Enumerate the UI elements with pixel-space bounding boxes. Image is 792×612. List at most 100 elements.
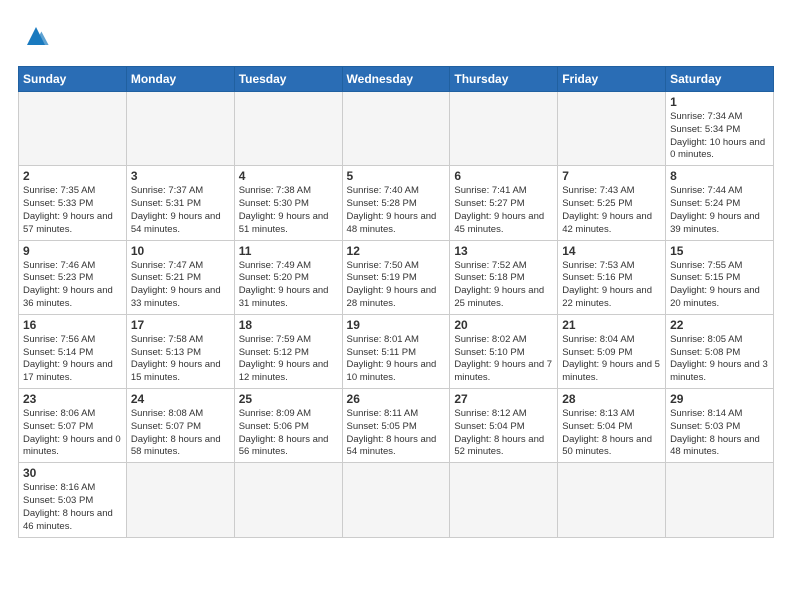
day-info: Sunrise: 7:35 AM Sunset: 5:33 PM Dayligh… bbox=[23, 185, 122, 236]
calendar-cell: 13 Sunrise: 7:52 AM Sunset: 5:18 PM Dayli… bbox=[450, 240, 558, 314]
day-number: 8 bbox=[670, 169, 769, 183]
calendar-cell: 23 Sunrise: 8:06 AM Sunset: 5:07 PM Dayli… bbox=[19, 389, 127, 463]
day-number: 7 bbox=[562, 169, 661, 183]
calendar-cell bbox=[342, 92, 450, 166]
day-number: 25 bbox=[239, 392, 338, 406]
calendar-cell: 29 Sunrise: 8:14 AM Sunset: 5:03 PM Dayli… bbox=[666, 389, 774, 463]
day-number: 3 bbox=[131, 169, 230, 183]
day-info: Sunrise: 7:40 AM Sunset: 5:28 PM Dayligh… bbox=[347, 185, 446, 236]
calendar-cell: 14Sunrise: 7:53 AM Sunset: 5:16 PM Dayli… bbox=[558, 240, 666, 314]
day-info: Sunrise: 7:37 AM Sunset: 5:31 PM Dayligh… bbox=[131, 185, 230, 236]
calendar-cell: 17Sunrise: 7:58 AM Sunset: 5:13 PM Dayli… bbox=[126, 314, 234, 388]
day-number: 13 bbox=[454, 244, 553, 258]
day-number: 20 bbox=[454, 318, 553, 332]
day-info: Sunrise: 7:47 AM Sunset: 5:21 PM Dayligh… bbox=[131, 260, 230, 311]
day-number: 4 bbox=[239, 169, 338, 183]
calendar-cell: 18Sunrise: 7:59 AM Sunset: 5:12 PM Dayli… bbox=[234, 314, 342, 388]
day-info: Sunrise: 7:58 AM Sunset: 5:13 PM Dayligh… bbox=[131, 334, 230, 385]
day-number: 9 bbox=[23, 244, 122, 258]
calendar-cell: 5 Sunrise: 7:40 AM Sunset: 5:28 PM Daylig… bbox=[342, 166, 450, 240]
day-info: Sunrise: 8:05 AM Sunset: 5:08 PM Dayligh… bbox=[670, 334, 769, 385]
day-number: 29 bbox=[670, 392, 769, 406]
day-number: 30 bbox=[23, 466, 122, 480]
calendar-cell: 15 Sunrise: 7:55 AM Sunset: 5:15 PM Dayli… bbox=[666, 240, 774, 314]
weekday-header-sunday: Sunday bbox=[19, 67, 127, 92]
day-number: 26 bbox=[347, 392, 446, 406]
calendar-cell: 21 Sunrise: 8:04 AM Sunset: 5:09 PM Dayli… bbox=[558, 314, 666, 388]
calendar-cell: 20 Sunrise: 8:02 AM Sunset: 5:10 PM Dayli… bbox=[450, 314, 558, 388]
day-number: 16 bbox=[23, 318, 122, 332]
day-number: 10 bbox=[131, 244, 230, 258]
calendar-cell bbox=[234, 92, 342, 166]
calendar-cell: 28Sunrise: 8:13 AM Sunset: 5:04 PM Dayli… bbox=[558, 389, 666, 463]
day-number: 14 bbox=[562, 244, 661, 258]
weekday-header-saturday: Saturday bbox=[666, 67, 774, 92]
weekday-header-friday: Friday bbox=[558, 67, 666, 92]
day-info: Sunrise: 8:14 AM Sunset: 5:03 PM Dayligh… bbox=[670, 408, 769, 459]
calendar-cell: 12Sunrise: 7:50 AM Sunset: 5:19 PM Dayli… bbox=[342, 240, 450, 314]
day-info: Sunrise: 7:41 AM Sunset: 5:27 PM Dayligh… bbox=[454, 185, 553, 236]
calendar-cell bbox=[126, 92, 234, 166]
day-number: 5 bbox=[347, 169, 446, 183]
calendar-row: 1 Sunrise: 7:34 AM Sunset: 5:34 PM Daylig… bbox=[19, 92, 774, 166]
header bbox=[18, 18, 774, 54]
page: SundayMondayTuesdayWednesdayThursdayFrid… bbox=[0, 0, 792, 612]
calendar-cell bbox=[450, 92, 558, 166]
day-number: 6 bbox=[454, 169, 553, 183]
calendar-cell: 4 Sunrise: 7:38 AM Sunset: 5:30 PM Daylig… bbox=[234, 166, 342, 240]
day-info: Sunrise: 8:04 AM Sunset: 5:09 PM Dayligh… bbox=[562, 334, 661, 385]
calendar-table: SundayMondayTuesdayWednesdayThursdayFrid… bbox=[18, 66, 774, 538]
calendar-cell bbox=[558, 463, 666, 537]
calendar-cell: 16 Sunrise: 7:56 AM Sunset: 5:14 PM Dayli… bbox=[19, 314, 127, 388]
day-info: Sunrise: 8:02 AM Sunset: 5:10 PM Dayligh… bbox=[454, 334, 553, 385]
calendar-row: 2 Sunrise: 7:35 AM Sunset: 5:33 PM Daylig… bbox=[19, 166, 774, 240]
calendar-cell: 6 Sunrise: 7:41 AM Sunset: 5:27 PM Daylig… bbox=[450, 166, 558, 240]
day-info: Sunrise: 8:01 AM Sunset: 5:11 PM Dayligh… bbox=[347, 334, 446, 385]
day-number: 23 bbox=[23, 392, 122, 406]
day-number: 12 bbox=[347, 244, 446, 258]
calendar-cell: 10 Sunrise: 7:47 AM Sunset: 5:21 PM Dayli… bbox=[126, 240, 234, 314]
calendar-cell: 19 Sunrise: 8:01 AM Sunset: 5:11 PM Dayli… bbox=[342, 314, 450, 388]
calendar-row: 9 Sunrise: 7:46 AM Sunset: 5:23 PM Daylig… bbox=[19, 240, 774, 314]
day-info: Sunrise: 7:43 AM Sunset: 5:25 PM Dayligh… bbox=[562, 185, 661, 236]
calendar-cell bbox=[342, 463, 450, 537]
day-info: Sunrise: 7:56 AM Sunset: 5:14 PM Dayligh… bbox=[23, 334, 122, 385]
day-number: 21 bbox=[562, 318, 661, 332]
day-info: Sunrise: 7:46 AM Sunset: 5:23 PM Dayligh… bbox=[23, 260, 122, 311]
day-number: 2 bbox=[23, 169, 122, 183]
calendar-cell: 30 Sunrise: 8:16 AM Sunset: 5:03 PM Dayli… bbox=[19, 463, 127, 537]
calendar-cell: 22Sunrise: 8:05 AM Sunset: 5:08 PM Dayli… bbox=[666, 314, 774, 388]
day-info: Sunrise: 8:12 AM Sunset: 5:04 PM Dayligh… bbox=[454, 408, 553, 459]
calendar-cell: 7 Sunrise: 7:43 AM Sunset: 5:25 PM Daylig… bbox=[558, 166, 666, 240]
calendar-cell: 24Sunrise: 8:08 AM Sunset: 5:07 PM Dayli… bbox=[126, 389, 234, 463]
calendar-cell: 11Sunrise: 7:49 AM Sunset: 5:20 PM Dayli… bbox=[234, 240, 342, 314]
calendar-cell: 27 Sunrise: 8:12 AM Sunset: 5:04 PM Dayli… bbox=[450, 389, 558, 463]
calendar-cell: 8 Sunrise: 7:44 AM Sunset: 5:24 PM Daylig… bbox=[666, 166, 774, 240]
calendar-row: 16 Sunrise: 7:56 AM Sunset: 5:14 PM Dayli… bbox=[19, 314, 774, 388]
calendar-row: 30 Sunrise: 8:16 AM Sunset: 5:03 PM Dayli… bbox=[19, 463, 774, 537]
day-number: 15 bbox=[670, 244, 769, 258]
day-number: 18 bbox=[239, 318, 338, 332]
day-info: Sunrise: 8:13 AM Sunset: 5:04 PM Dayligh… bbox=[562, 408, 661, 459]
day-info: Sunrise: 8:09 AM Sunset: 5:06 PM Dayligh… bbox=[239, 408, 338, 459]
day-info: Sunrise: 8:11 AM Sunset: 5:05 PM Dayligh… bbox=[347, 408, 446, 459]
calendar-cell: 25 Sunrise: 8:09 AM Sunset: 5:06 PM Dayli… bbox=[234, 389, 342, 463]
day-number: 11 bbox=[239, 244, 338, 258]
day-info: Sunrise: 8:06 AM Sunset: 5:07 PM Dayligh… bbox=[23, 408, 122, 459]
day-number: 1 bbox=[670, 95, 769, 109]
day-info: Sunrise: 7:52 AM Sunset: 5:18 PM Dayligh… bbox=[454, 260, 553, 311]
day-number: 19 bbox=[347, 318, 446, 332]
day-info: Sunrise: 7:55 AM Sunset: 5:15 PM Dayligh… bbox=[670, 260, 769, 311]
day-info: Sunrise: 7:38 AM Sunset: 5:30 PM Dayligh… bbox=[239, 185, 338, 236]
calendar-cell bbox=[666, 463, 774, 537]
day-info: Sunrise: 7:44 AM Sunset: 5:24 PM Dayligh… bbox=[670, 185, 769, 236]
calendar-cell bbox=[558, 92, 666, 166]
calendar-cell: 1 Sunrise: 7:34 AM Sunset: 5:34 PM Daylig… bbox=[666, 92, 774, 166]
calendar-cell: 2 Sunrise: 7:35 AM Sunset: 5:33 PM Daylig… bbox=[19, 166, 127, 240]
day-number: 27 bbox=[454, 392, 553, 406]
day-info: Sunrise: 7:34 AM Sunset: 5:34 PM Dayligh… bbox=[670, 111, 769, 162]
calendar-cell bbox=[19, 92, 127, 166]
calendar-cell bbox=[450, 463, 558, 537]
day-info: Sunrise: 8:08 AM Sunset: 5:07 PM Dayligh… bbox=[131, 408, 230, 459]
day-info: Sunrise: 8:16 AM Sunset: 5:03 PM Dayligh… bbox=[23, 482, 122, 533]
